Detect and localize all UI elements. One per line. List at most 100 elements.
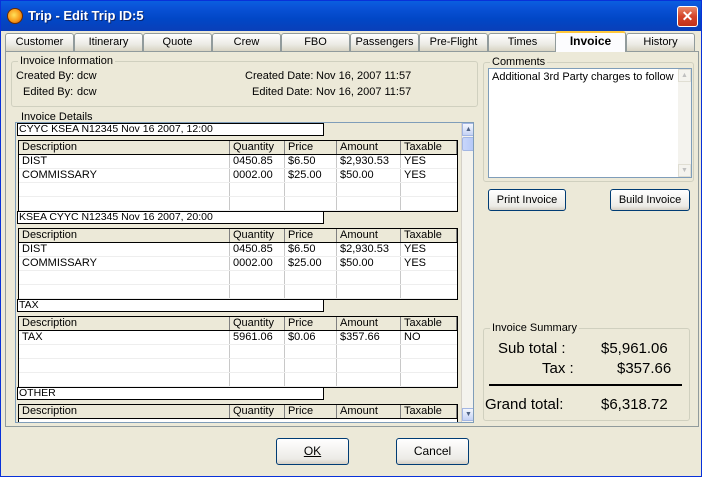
tab-strip: Customer Itinerary Quote Crew FBO Passen… [5, 31, 699, 52]
tax-items-grid[interactable]: Description Quantity Price Amount Taxabl… [18, 316, 458, 388]
cell-description: COMMISSARY [19, 169, 230, 182]
invoice-summary-title: Invoice Summary [490, 322, 579, 334]
col-description[interactable]: Description [19, 317, 230, 330]
table-row-empty[interactable] [19, 271, 457, 285]
details-scrollbar[interactable]: ▲ ▼ [461, 123, 473, 422]
edited-by-value: dcw [77, 86, 97, 98]
other-items-grid[interactable]: Description Quantity Price Amount Taxabl… [18, 404, 458, 422]
tab-pre-flight[interactable]: Pre-Flight [419, 33, 488, 51]
table-row-empty[interactable] [19, 285, 457, 299]
col-taxable[interactable]: Taxable [401, 141, 457, 154]
other-header: OTHER [17, 387, 324, 400]
table-row-empty[interactable] [19, 183, 457, 197]
grid-header: Description Quantity Price Amount Taxabl… [19, 317, 457, 331]
tab-fbo[interactable]: FBO [281, 33, 350, 51]
cell-amount: $50.00 [337, 169, 401, 182]
grid-header: Description Quantity Price Amount Taxabl… [19, 229, 457, 243]
col-amount[interactable]: Amount [337, 317, 401, 330]
cancel-button[interactable]: Cancel [396, 438, 469, 465]
table-row[interactable]: COMMISSARY 0002.00 $25.00 $50.00 YES [19, 257, 457, 271]
col-quantity[interactable]: Quantity [230, 317, 285, 330]
created-date-label: Created Date: [245, 70, 314, 82]
subtotal-label: Sub total : [498, 340, 566, 357]
created-date-value: Nov 16, 2007 11:57 [316, 70, 412, 82]
grid-header: Description Quantity Price Amount Taxabl… [19, 405, 457, 419]
cell-taxable: YES [404, 155, 427, 167]
tab-history[interactable]: History [626, 33, 695, 51]
close-button[interactable]: ✕ [677, 6, 698, 27]
col-price[interactable]: Price [285, 141, 337, 154]
cell-price: $6.50 [285, 243, 337, 256]
col-price[interactable]: Price [285, 229, 337, 242]
tab-times[interactable]: Times [488, 33, 557, 51]
scroll-up-arrow-icon[interactable]: ▲ [462, 123, 473, 136]
line-items-grid[interactable]: Description Quantity Price Amount Taxabl… [18, 228, 458, 300]
scroll-down-arrow-icon[interactable]: ▼ [678, 164, 691, 177]
col-quantity[interactable]: Quantity [230, 405, 285, 418]
table-row-empty[interactable] [19, 345, 457, 359]
tab-passengers[interactable]: Passengers [350, 33, 419, 51]
cell-description: DIST [19, 155, 230, 168]
cell-price: $6.50 [285, 155, 337, 168]
tax-value: $357.66 [617, 360, 672, 377]
col-quantity[interactable]: Quantity [230, 141, 285, 154]
tab-customer[interactable]: Customer [5, 33, 74, 51]
cell-amount: $357.66 [337, 331, 401, 344]
invoice-information-title: Invoice Information [18, 55, 115, 67]
grand-total-value: $6,318.72 [601, 396, 668, 413]
col-description[interactable]: Description [19, 405, 230, 418]
table-row[interactable]: COMMISSARY 0002.00 $25.00 $50.00 YES [19, 169, 457, 183]
col-taxable[interactable]: Taxable [401, 317, 457, 330]
col-amount[interactable]: Amount [337, 229, 401, 242]
col-price[interactable]: Price [285, 317, 337, 330]
table-row-empty[interactable] [19, 197, 457, 211]
grand-total-label: Grand total: [485, 396, 564, 413]
edited-by-label: Edited By: [23, 86, 74, 98]
tax-header: TAX [17, 299, 324, 312]
invoice-information-group: Invoice Information [11, 55, 478, 107]
table-row-empty[interactable] [19, 359, 457, 373]
scroll-up-arrow-icon[interactable]: ▲ [678, 69, 691, 82]
grid-header: Description Quantity Price Amount Taxabl… [19, 141, 457, 155]
comments-textarea[interactable]: Additional 3rd Party charges to follow ▲… [488, 68, 692, 178]
cell-quantity: 5961.06 [230, 331, 285, 344]
cell-amount: $2,930.53 [337, 243, 401, 256]
col-taxable[interactable]: Taxable [401, 405, 457, 418]
tab-quote[interactable]: Quote [143, 33, 212, 51]
cell-amount: $2,930.53 [337, 155, 401, 168]
cell-quantity: 0450.85 [230, 155, 285, 168]
tab-itinerary[interactable]: Itinerary [74, 33, 143, 51]
cell-price: $0.06 [285, 331, 337, 344]
invoice-details-list[interactable]: CYYC KSEA N12345 Nov 16 2007, 12:00 Desc… [15, 122, 474, 423]
cell-taxable: YES [404, 169, 427, 181]
table-row[interactable]: DIST 0450.85 $6.50 $2,930.53 YES [19, 155, 457, 169]
col-description[interactable]: Description [19, 229, 230, 242]
summary-divider [489, 384, 682, 386]
scroll-down-arrow-icon[interactable]: ▼ [462, 408, 473, 421]
ok-button-label: OK [303, 444, 322, 458]
cell-description: TAX [19, 331, 230, 344]
comments-scrollbar[interactable]: ▲ ▼ [678, 69, 691, 177]
table-row-empty[interactable] [19, 373, 457, 387]
comments-text: Additional 3rd Party charges to follow [492, 71, 674, 83]
col-amount[interactable]: Amount [337, 141, 401, 154]
col-amount[interactable]: Amount [337, 405, 401, 418]
created-by-label: Created By: [16, 70, 75, 82]
print-invoice-button[interactable]: Print Invoice [488, 189, 566, 211]
scroll-thumb[interactable] [462, 137, 473, 151]
tab-invoice[interactable]: Invoice [555, 31, 626, 52]
col-price[interactable]: Price [285, 405, 337, 418]
col-quantity[interactable]: Quantity [230, 229, 285, 242]
line-items-grid[interactable]: Description Quantity Price Amount Taxabl… [18, 140, 458, 212]
table-row[interactable]: DIST 0450.85 $6.50 $2,930.53 YES [19, 243, 457, 257]
title-bar[interactable]: Trip - Edit Trip ID:5 ✕ [1, 1, 701, 31]
cell-quantity: 0450.85 [230, 243, 285, 256]
window-title: Trip - Edit Trip ID:5 [28, 8, 144, 23]
cell-description: DIST [19, 243, 230, 256]
col-taxable[interactable]: Taxable [401, 229, 457, 242]
ok-button[interactable]: OK [276, 438, 349, 465]
table-row[interactable]: TAX 5961.06 $0.06 $357.66 NO [19, 331, 457, 345]
build-invoice-button[interactable]: Build Invoice [610, 189, 690, 211]
tab-crew[interactable]: Crew [212, 33, 281, 51]
col-description[interactable]: Description [19, 141, 230, 154]
